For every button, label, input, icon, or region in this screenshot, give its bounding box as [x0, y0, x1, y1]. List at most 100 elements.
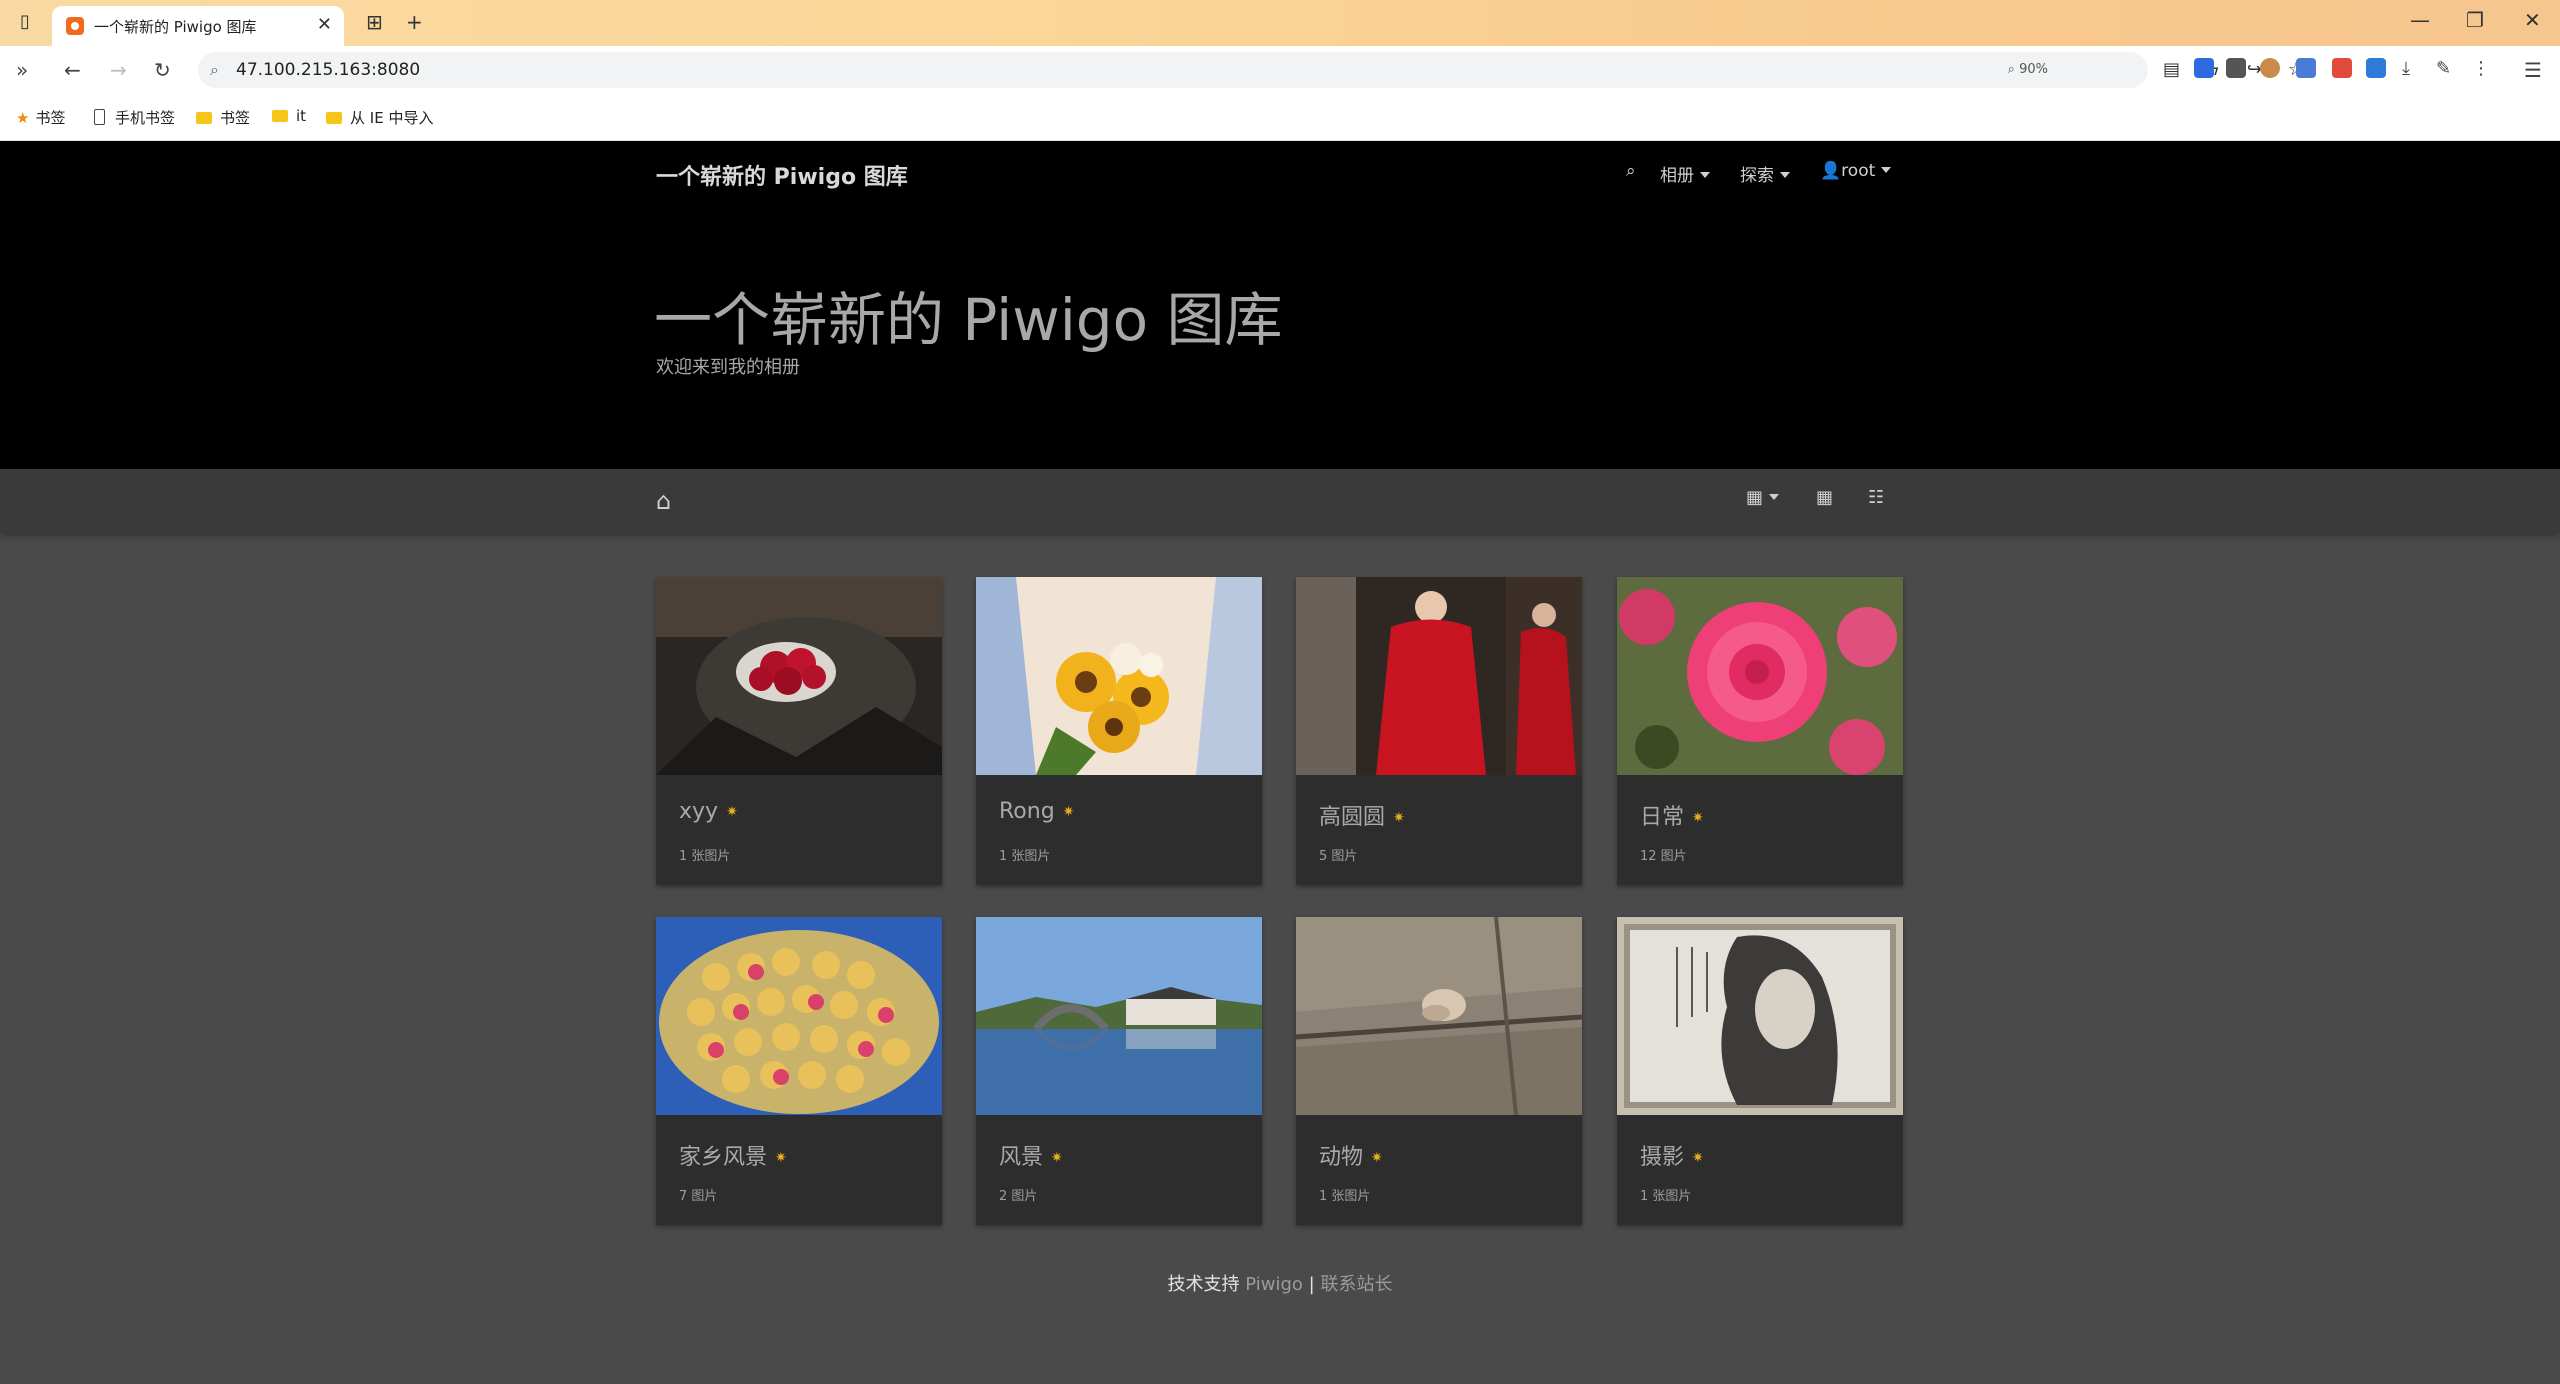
qr-code-icon[interactable] [2226, 58, 2246, 78]
reader-mode-icon[interactable]: ▤ [2163, 59, 2180, 80]
url-text[interactable]: 47.100.215.163:8080 [236, 60, 420, 80]
expand-icon[interactable]: » [16, 58, 28, 82]
album-thumbnail[interactable] [976, 577, 1262, 775]
tab-title: 一个崭新的 Piwigo 图库 [94, 18, 257, 36]
restore-icon[interactable]: ❐ [2466, 8, 2484, 32]
album-card-hometown[interactable]: 家乡风景 ✷ 7 图片 [656, 917, 942, 1225]
album-thumbnail[interactable] [1296, 917, 1582, 1115]
new-tab-icon[interactable]: + [406, 10, 423, 34]
piwigo-favicon-icon [66, 17, 84, 35]
album-card-xyy[interactable]: xyy ✷ 1 张图片 [656, 577, 942, 885]
album-count: 1 张图片 [1640, 1189, 1692, 1204]
more-icon[interactable]: ⋮ [2472, 58, 2492, 79]
album-title[interactable]: Rong [999, 799, 1055, 824]
album-count: 5 图片 [1319, 849, 1358, 864]
album-thumbnail[interactable] [1296, 577, 1582, 775]
album-name[interactable]: 高圆圆 ✷ [1319, 799, 1405, 831]
site-brand[interactable]: 一个崭新的 Piwigo 图库 [656, 159, 908, 191]
new-badge-icon: ✷ [1371, 1150, 1383, 1166]
back-icon[interactable]: ← [64, 58, 81, 82]
album-title[interactable]: 日常 [1640, 805, 1684, 830]
bookmark-item[interactable]: 从 IE 中导入 [326, 107, 433, 128]
download-icon[interactable]: ⤓ [2402, 58, 2422, 79]
footer-powered-by: 技术支持 [1167, 1274, 1240, 1295]
site-footer: 技术支持 Piwigo | 联系站长 [0, 1270, 2560, 1296]
translate-icon[interactable] [2366, 58, 2386, 78]
album-thumbnail[interactable] [1617, 917, 1903, 1115]
pdf-icon[interactable] [2332, 58, 2352, 78]
bookmark-item[interactable]: it [272, 107, 306, 125]
new-badge-icon: ✷ [726, 804, 738, 820]
album-thumbnail[interactable] [656, 917, 942, 1115]
breadcrumb-toolbar: ⌂ ▦ ▦ ☷ [0, 469, 2560, 533]
calendar-icon[interactable]: ▦ [1746, 487, 1779, 508]
tab-groups-icon[interactable]: ⊞ [366, 10, 383, 34]
forward-icon[interactable]: → [110, 58, 127, 82]
album-card-rong[interactable]: Rong ✷ 1 张图片 [976, 577, 1262, 885]
album-card-photography[interactable]: 摄影 ✷ 1 张图片 [1617, 917, 1903, 1225]
grid-view-icon[interactable]: ▦ [1816, 487, 1833, 508]
new-badge-icon: ✷ [1692, 810, 1704, 826]
album-name[interactable]: 摄影 ✷ [1640, 1139, 1704, 1171]
album-name[interactable]: Rong ✷ [999, 799, 1074, 824]
album-count: 1 张图片 [1319, 1189, 1371, 1204]
new-badge-icon: ✷ [1393, 810, 1405, 826]
home-icon[interactable]: ⌂ [656, 487, 671, 515]
album-thumbnail[interactable] [656, 577, 942, 775]
bookmark-label: 手机书签 [115, 109, 176, 127]
bookmark-item[interactable]: 手机书签 [94, 107, 175, 128]
album-title[interactable]: 风景 [999, 1145, 1043, 1170]
album-thumbnail[interactable] [976, 917, 1262, 1115]
album-thumbnail[interactable] [1617, 577, 1903, 775]
album-name[interactable]: 日常 ✷ [1640, 799, 1704, 831]
new-badge-icon: ✷ [1062, 804, 1075, 820]
close-window-icon[interactable]: ✕ [2524, 8, 2541, 32]
footer-separator: | [1308, 1274, 1315, 1295]
nav-user[interactable]: 👤root [1820, 161, 1891, 181]
footer-contact-link[interactable]: 联系站长 [1320, 1274, 1392, 1295]
album-card-daily[interactable]: 日常 ✷ 12 图片 [1617, 577, 1903, 885]
search-icon[interactable]: ⌕ [1626, 161, 1636, 181]
browser-tab-active[interactable]: 一个崭新的 Piwigo 图库 ✕ [52, 6, 344, 46]
album-name[interactable]: 动物 ✷ [1319, 1139, 1383, 1171]
footer-piwigo-link[interactable]: Piwigo [1245, 1274, 1303, 1295]
zoom-level[interactable]: ⌕ 90% [2008, 62, 2048, 77]
bookmark-item[interactable]: 书签 [196, 107, 250, 128]
album-title[interactable]: 动物 [1319, 1145, 1363, 1170]
folder-icon [272, 110, 288, 122]
sidebar-toggle-icon[interactable]: ▯ [14, 11, 36, 33]
tab-close-icon[interactable]: ✕ [317, 14, 332, 35]
bookmarks-bar: ★ 书签 手机书签 书签 it 从 IE 中导入 [0, 94, 2560, 141]
pen-icon[interactable]: ✎ [2436, 58, 2456, 79]
list-view-icon[interactable]: ☷ [1868, 487, 1884, 508]
folder-icon [196, 112, 212, 124]
extension-1-icon[interactable] [2194, 58, 2214, 78]
bookmark-item[interactable]: ★ 书签 [16, 107, 65, 128]
album-count: 1 张图片 [679, 849, 731, 864]
reload-icon[interactable]: ↻ [154, 58, 171, 82]
album-card-gaoyuanyuan[interactable]: 高圆圆 ✷ 5 图片 [1296, 577, 1582, 885]
album-title[interactable]: 高圆圆 [1319, 805, 1385, 830]
album-name[interactable]: 家乡风景 ✷ [679, 1139, 787, 1171]
url-field[interactable]: ⌕ 47.100.215.163:8080 ⌕ 90% ▤ ϟ ↪ ☆ [198, 52, 2304, 88]
album-title[interactable]: 家乡风景 [679, 1145, 767, 1170]
menu-icon[interactable]: ☰ [2524, 58, 2542, 82]
user-icon: 👤 [1820, 161, 1842, 181]
nav-explore[interactable]: 探索 [1740, 161, 1790, 186]
page-subtitle: 欢迎来到我的相册 [656, 357, 800, 378]
page-title: 一个崭新的 Piwigo 图库 [654, 286, 1283, 354]
album-card-scenery[interactable]: 风景 ✷ 2 图片 [976, 917, 1262, 1225]
nav-albums[interactable]: 相册 [1660, 161, 1710, 186]
extension-avatar-icon[interactable] [2260, 58, 2280, 78]
album-title[interactable]: xyy [679, 799, 718, 824]
minimize-icon[interactable]: — [2410, 8, 2430, 32]
search-icon: ⌕ [210, 60, 219, 79]
album-name[interactable]: xyy ✷ [679, 799, 738, 824]
phone-icon [94, 109, 105, 125]
album-card-animals[interactable]: 动物 ✷ 1 张图片 [1296, 917, 1582, 1225]
album-title[interactable]: 摄影 [1640, 1145, 1684, 1170]
user-name: root [1841, 161, 1891, 181]
album-name[interactable]: 风景 ✷ [999, 1139, 1063, 1171]
extension-bird-icon[interactable] [2296, 58, 2316, 78]
album-count: 1 张图片 [999, 849, 1051, 864]
